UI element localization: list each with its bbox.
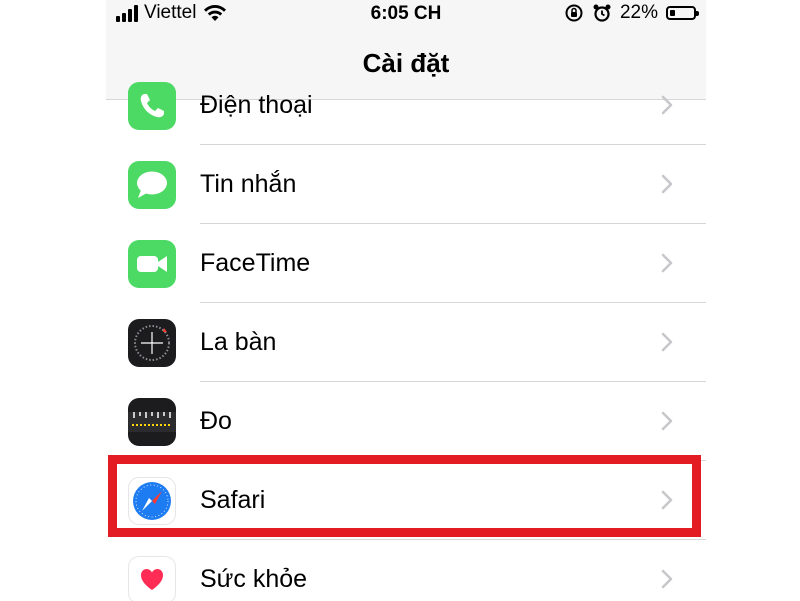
health-icon [128, 556, 176, 601]
battery-icon [666, 6, 699, 20]
settings-item-label: FaceTime [200, 249, 311, 277]
settings-item-label: Điện thoại [200, 91, 313, 119]
status-right: 22% [564, 2, 699, 24]
chevron-right-icon [661, 95, 673, 115]
settings-item-label: La bàn [200, 328, 277, 356]
settings-item-phone[interactable]: Điện thoại [106, 66, 706, 144]
chevron-right-icon [661, 253, 673, 273]
settings-item-messages[interactable]: Tin nhắn [106, 145, 706, 223]
battery-percentage: 22% [619, 2, 658, 23]
compass-icon [128, 319, 176, 367]
settings-item-safari[interactable]: Safari [106, 461, 706, 539]
chevron-right-icon [661, 490, 673, 510]
safari-icon [128, 477, 176, 525]
settings-item-measure[interactable]: Đo [106, 382, 706, 460]
settings-item-label: Tin nhắn [200, 170, 297, 198]
measure-icon [128, 398, 176, 446]
alarm-icon [593, 4, 611, 22]
phone-screen: Viettel 6:05 CH 22% Cài đặt Điện thoại T… [106, 0, 706, 601]
phone-icon [128, 82, 176, 130]
messages-icon [128, 161, 176, 209]
settings-item-facetime[interactable]: FaceTime [106, 224, 706, 302]
chevron-right-icon [661, 332, 673, 352]
chevron-right-icon [661, 174, 673, 194]
settings-item-compass[interactable]: La bàn [106, 303, 706, 381]
rotation-lock-icon [565, 4, 583, 22]
facetime-icon [128, 240, 176, 288]
settings-item-label: Safari [200, 486, 266, 514]
status-bar: Viettel 6:05 CH 22% [106, 0, 706, 30]
chevron-right-icon [661, 569, 673, 589]
settings-item-label: Đo [200, 407, 232, 435]
settings-item-label: Sức khỏe [200, 565, 308, 593]
settings-item-health[interactable]: Sức khỏe [106, 540, 706, 601]
chevron-right-icon [661, 411, 673, 431]
